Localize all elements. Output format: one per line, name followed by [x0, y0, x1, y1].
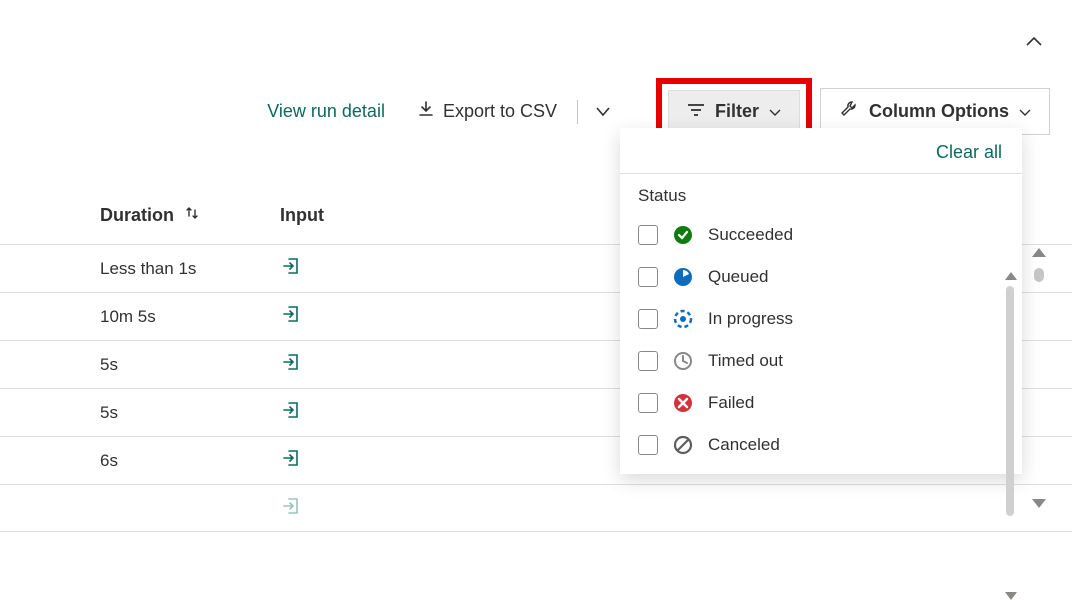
input-link-icon[interactable] — [260, 495, 1072, 522]
duration-cell: 6s — [100, 451, 118, 471]
duration-cell: 5s — [100, 355, 118, 375]
filter-option-label: Timed out — [708, 351, 783, 371]
progress-icon — [672, 308, 694, 330]
filter-option-label: Failed — [708, 393, 754, 413]
clock-outline-icon — [672, 350, 694, 372]
duration-cell: Less than 1s — [100, 259, 196, 279]
filter-status-list: Succeeded Queued In progress Timed out — [620, 214, 1022, 466]
input-header-label: Input — [280, 205, 324, 225]
table-row[interactable] — [0, 484, 1072, 532]
duration-cell: 5s — [100, 403, 118, 423]
filter-section-status-title: Status — [620, 174, 1022, 214]
duration-header-label: Duration — [100, 205, 174, 226]
view-run-detail-label: View run detail — [267, 101, 385, 122]
checkbox[interactable] — [638, 225, 658, 245]
filter-label: Filter — [715, 101, 759, 122]
checkbox[interactable] — [638, 393, 658, 413]
sort-icon — [184, 205, 200, 226]
filter-option-label: Succeeded — [708, 225, 793, 245]
export-csv-label: Export to CSV — [443, 101, 557, 122]
checkbox[interactable] — [638, 309, 658, 329]
scroll-down-icon[interactable] — [1032, 499, 1046, 508]
outer-scrollbar[interactable] — [1032, 248, 1046, 508]
column-options-label: Column Options — [869, 101, 1009, 122]
export-chevron-button[interactable] — [586, 99, 620, 125]
filter-option-succeeded[interactable]: Succeeded — [638, 214, 1004, 256]
filter-option-timed-out[interactable]: Timed out — [638, 340, 1004, 382]
scroll-up-icon[interactable] — [1032, 248, 1046, 257]
scroll-down-icon[interactable] — [1005, 592, 1017, 600]
view-run-detail-link[interactable]: View run detail — [255, 93, 397, 130]
x-circle-icon — [672, 392, 694, 414]
scroll-up-icon[interactable] — [1005, 272, 1017, 280]
scrollbar-thumb[interactable] — [1034, 268, 1044, 282]
collapse-chevron-icon[interactable] — [1026, 35, 1042, 51]
filter-dropdown-panel: Clear all Status Succeeded Queued In pro… — [620, 128, 1022, 474]
filter-option-label: In progress — [708, 309, 793, 329]
ban-icon — [672, 434, 694, 456]
filter-option-label: Canceled — [708, 435, 780, 455]
filter-option-label: Queued — [708, 267, 769, 287]
column-header-duration[interactable]: Duration — [0, 205, 260, 226]
filter-option-queued[interactable]: Queued — [638, 256, 1004, 298]
filter-option-in-progress[interactable]: In progress — [638, 298, 1004, 340]
dropdown-scrollbar[interactable] — [1006, 284, 1016, 584]
chevron-down-icon — [769, 101, 781, 122]
clear-all-link[interactable]: Clear all — [936, 142, 1002, 162]
clock-filled-icon — [672, 266, 694, 288]
wrench-icon — [839, 99, 859, 124]
scrollbar-thumb[interactable] — [1006, 286, 1014, 516]
filter-icon — [687, 101, 705, 122]
toolbar-divider — [577, 100, 578, 124]
checkbox[interactable] — [638, 267, 658, 287]
checkbox[interactable] — [638, 435, 658, 455]
clear-all-row: Clear all — [620, 128, 1022, 174]
check-circle-icon — [672, 224, 694, 246]
filter-option-failed[interactable]: Failed — [638, 382, 1004, 424]
filter-option-canceled[interactable]: Canceled — [638, 424, 1004, 466]
checkbox[interactable] — [638, 351, 658, 371]
chevron-down-icon — [1019, 101, 1031, 122]
export-csv-button[interactable]: Export to CSV — [405, 92, 569, 131]
download-icon — [417, 100, 435, 123]
duration-cell: 10m 5s — [100, 307, 156, 327]
filter-button[interactable]: Filter — [668, 90, 800, 133]
